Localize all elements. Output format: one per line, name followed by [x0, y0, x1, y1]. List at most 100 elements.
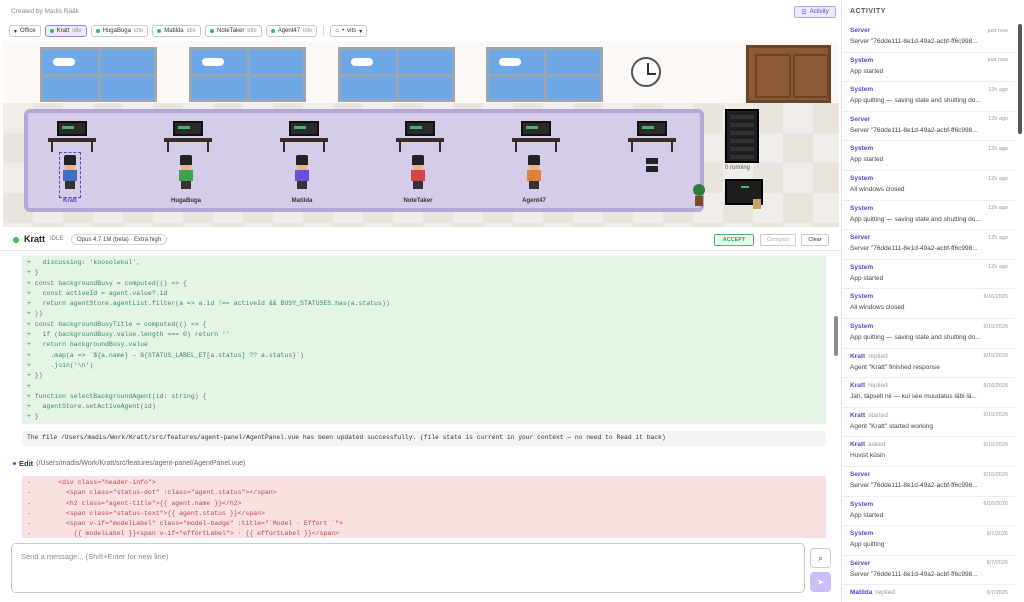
agent-name-kratt[interactable]: Kratt: [30, 198, 110, 204]
activity-item[interactable]: System 6/16/2026 App quitting — saving sta…: [843, 319, 1015, 349]
activity-time: just now: [987, 27, 1008, 34]
activity-item[interactable]: System 12h ago App started: [843, 141, 1015, 171]
conversation-log[interactable]: + discussing: 'koosolekul', + } + const …: [0, 252, 842, 538]
paperclip-icon: ⌕: [817, 552, 824, 563]
activity-item[interactable]: Kratt started 6/16/2026 Agent "Kratt" start…: [843, 408, 1015, 438]
activity-item[interactable]: System 6/16/2026 App started: [843, 497, 1015, 527]
tab-label: Agent47: [277, 28, 301, 34]
activity-item[interactable]: Server 6/16/2026 Server "76dde111-8e1d-49a…: [843, 467, 1015, 497]
cloud-icon: [351, 58, 373, 66]
accept-button[interactable]: ACCEPT: [714, 234, 754, 246]
activity-action: replied: [875, 589, 895, 597]
desk: [280, 121, 328, 152]
clock-icon: [631, 57, 661, 87]
edit-tool-call[interactable]: Edit (/Users/madis/Work/Kratt/src/featur…: [13, 459, 245, 468]
activity-source: System: [850, 293, 874, 301]
activity-source: Kratt: [850, 382, 866, 390]
activity-item[interactable]: System 12h ago App quitting — saving state…: [843, 82, 1015, 112]
activity-message: Server "76dde111-8e1d-49a2-acbf-ff6c998.…: [850, 570, 978, 578]
send-icon: ➤: [816, 576, 825, 587]
cabinet: [746, 45, 831, 103]
activity-source: System: [850, 263, 874, 271]
message-input[interactable]: Send a message... (Shift+Enter for new l…: [11, 543, 805, 593]
activity-source: System: [850, 323, 874, 330]
activity-item[interactable]: Server just now Server "76dde111-8e1d-49a2…: [843, 23, 1015, 53]
compact-button[interactable]: Compact: [760, 234, 796, 246]
agent-name-notetaker[interactable]: NoteTaker: [378, 198, 458, 204]
agent-status: IDLE: [50, 236, 64, 242]
agent-tabs: ▾ Office Kratt idle HugaBuga idle Matilda id…: [9, 25, 368, 37]
activity-item[interactable]: System 6/16/2026 All windows closed: [843, 289, 1015, 319]
agent-sprite-kratt[interactable]: [59, 152, 81, 198]
agent-sprite-matilda[interactable]: [294, 155, 310, 195]
activity-item[interactable]: Server 12h ago Server "76dde111-8e1d-49a2-…: [843, 230, 1015, 260]
activity-time: 12h ago: [988, 234, 1008, 241]
tab-agent47[interactable]: Agent47 idle: [265, 25, 318, 37]
activity-item[interactable]: System 6/7/2026 App quitting: [843, 526, 1015, 556]
activity-action: started: [868, 411, 889, 419]
server-rack[interactable]: [725, 109, 759, 163]
activity-time: 12h ago: [988, 205, 1008, 212]
activity-item[interactable]: System 12h ago All windows closed: [843, 171, 1015, 201]
list-icon: ☰: [801, 9, 807, 16]
tab-divider: [323, 26, 325, 36]
activity-button-label: Activity: [809, 9, 829, 15]
desk: [48, 121, 96, 152]
activity-item[interactable]: System 12h ago App quitting — saving state…: [843, 201, 1015, 231]
activity-scrollbar[interactable]: [1018, 24, 1022, 134]
activity-item[interactable]: Server 6/7/2026 Server "76dde111-8e1d-49a2…: [843, 556, 1015, 586]
activity-message: Server "76dde111-8e1d-49a2-acbf-ff6c998.…: [850, 482, 978, 489]
monitor-icon: [405, 121, 435, 136]
clear-button[interactable]: Clear: [801, 234, 829, 246]
activity-item[interactable]: Server 12h ago Server "76dde111-8e1d-49a2-…: [843, 112, 1015, 142]
activity-item[interactable]: Kratt replied 6/16/2026 Jah, täpselt nii — …: [843, 378, 1015, 408]
tab-office[interactable]: ▾ Office: [9, 25, 41, 37]
activity-sidebar: ACTIVITY Server just now Server "76dde111-…: [843, 0, 1024, 602]
activity-source: Kratt: [850, 411, 866, 419]
activity-item[interactable]: Kratt asked 6/16/2026 Huvist küsin: [843, 437, 1015, 467]
tab-hugabuga[interactable]: HugaBuga idle: [90, 25, 149, 37]
monitor-icon: [521, 121, 551, 136]
activity-message: Agent "Kratt" started working: [850, 422, 934, 430]
log-scrollbar[interactable]: [834, 316, 838, 356]
tool-result: The file /Users/madis/Work/Kratt/src/fea…: [22, 431, 826, 446]
activity-source: System: [850, 500, 874, 508]
tab-status: idle: [247, 28, 257, 34]
activity-source: System: [850, 86, 874, 94]
activity-item[interactable]: Matilda replied 6/7/2026: [843, 585, 1015, 602]
model-badge[interactable]: Opus 4.7 1M (beta) · Extra high: [71, 234, 168, 245]
activity-message: App started: [850, 67, 884, 75]
agent-name-matilda[interactable]: Matilda: [262, 198, 342, 204]
activity-message: Jah, täpselt nii — kui see muudatus läbi…: [850, 393, 977, 401]
attach-button[interactable]: ⌕: [810, 548, 831, 568]
running-count: 0 running: [725, 165, 751, 171]
activity-button[interactable]: ☰ Activity: [794, 6, 836, 18]
activity-source: Server: [850, 234, 871, 242]
agent-sprite-hugabuga[interactable]: [178, 155, 194, 195]
agent-sprite-agent47[interactable]: [526, 155, 542, 195]
activity-item[interactable]: System just now App started: [843, 53, 1015, 83]
activity-time: 6/16/2026: [983, 353, 1008, 360]
tab-vits[interactable]: ⌂ • vits ▾: [330, 25, 368, 37]
monitor-icon: [289, 121, 319, 136]
activity-item[interactable]: Kratt replied 6/16/2026 Agent "Kratt" finis…: [843, 349, 1015, 379]
agent-sprite-notetaker[interactable]: [410, 155, 426, 195]
tab-matilda[interactable]: Matilda idle: [152, 25, 201, 37]
agent-name-agent47[interactable]: Agent47: [494, 198, 574, 204]
tab-status: idle: [303, 28, 313, 34]
activity-source: System: [850, 530, 874, 538]
activity-item[interactable]: System 12h ago App started: [843, 260, 1015, 290]
activity-message: Agent "Kratt" finished response: [850, 363, 940, 371]
tab-status: idle: [186, 28, 196, 34]
top-bar: Created by Madis Rääk ☰ Activity: [0, 0, 842, 22]
activity-time: 6/16/2026: [983, 471, 1008, 478]
monitor-icon: [173, 121, 203, 136]
tab-label: NoteTaker: [216, 28, 245, 34]
agent-name-hugabuga[interactable]: HugaBuga: [146, 198, 226, 204]
tab-notetaker[interactable]: NoteTaker idle: [204, 25, 262, 37]
cloud-icon: [53, 58, 75, 66]
tab-kratt[interactable]: Kratt idle: [44, 25, 87, 37]
activity-time: 12h ago: [988, 175, 1008, 182]
send-button[interactable]: ➤: [810, 572, 831, 592]
window: [338, 47, 455, 102]
